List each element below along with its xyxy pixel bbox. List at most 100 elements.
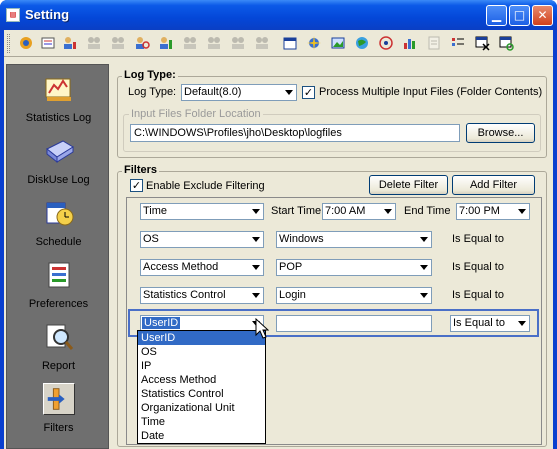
dropdown-option[interactable]: OS: [138, 345, 265, 359]
dropdown-option[interactable]: Access Method: [138, 373, 265, 387]
toolbar-grip[interactable]: [7, 34, 10, 53]
dropdown-option[interactable]: Statistics Control: [138, 387, 265, 401]
filters-title: Filters: [122, 164, 160, 176]
chevron-down-icon[interactable]: [416, 232, 431, 247]
mouse-cursor-icon: [255, 318, 269, 339]
nav-label: Preferences: [28, 298, 89, 310]
filter-value: Login: [279, 289, 306, 301]
nav-item-report[interactable]: Report: [7, 317, 110, 377]
enable-exclude-checkbox[interactable]: ✓: [130, 179, 143, 192]
filter-field-value: Access Method: [143, 261, 219, 273]
nav-label: Statistics Log: [25, 112, 92, 124]
dropdown-option[interactable]: Organizational Unit: [138, 401, 265, 415]
log-type-select[interactable]: Default(8.0): [181, 84, 297, 101]
start-time-select[interactable]: 7:00 AM: [322, 203, 396, 220]
filter-value-input[interactable]: [276, 315, 432, 332]
chevron-down-icon[interactable]: [514, 204, 529, 219]
network-icon[interactable]: [378, 35, 394, 51]
filter-field-select[interactable]: OS: [140, 231, 264, 248]
globe-icon[interactable]: [354, 35, 370, 51]
client-area: Statistics Log DiskUse Log Schedule Pref…: [4, 30, 553, 449]
chevron-down-icon[interactable]: [416, 260, 431, 275]
filter-field-select[interactable]: Time: [140, 203, 264, 220]
folder-path-value: C:\WINDOWS\Profiles\jho\Desktop\logfiles: [134, 127, 342, 139]
chevron-down-icon[interactable]: [416, 288, 431, 303]
chevron-down-icon[interactable]: [248, 260, 263, 275]
title-bar[interactable]: ▤ Setting ▁ □ ✕: [0, 0, 557, 30]
user-chart-icon[interactable]: [158, 35, 174, 51]
nav-item-preferences[interactable]: Preferences: [7, 255, 110, 315]
minimize-button[interactable]: ▁: [486, 5, 507, 26]
chevron-down-icon[interactable]: [248, 288, 263, 303]
add-filter-button[interactable]: Add Filter: [452, 175, 535, 195]
window-close-icon[interactable]: [474, 35, 490, 51]
dropdown-option[interactable]: IP: [138, 359, 265, 373]
users-icon[interactable]: [182, 35, 198, 51]
user-search-icon[interactable]: [134, 35, 150, 51]
filter-operator: Is Equal to: [452, 289, 504, 301]
statistics-log-icon: [45, 78, 71, 101]
nav-item-filters[interactable]: Filters: [7, 379, 110, 439]
process-multiple-label: Process Multiple Input Files (Folder Con…: [319, 86, 543, 98]
report-magnifier-icon: [46, 324, 74, 350]
nav-label: Report: [41, 360, 76, 372]
log-type-title: Log Type:: [122, 69, 178, 81]
filter-field-value: OS: [143, 233, 159, 245]
users-icon[interactable]: [230, 35, 246, 51]
filter-value-select[interactable]: Windows: [276, 231, 432, 248]
filter-operator-select[interactable]: Is Equal to: [450, 315, 530, 332]
chevron-down-icon[interactable]: [248, 232, 263, 247]
end-time-select[interactable]: 7:00 PM: [456, 203, 530, 220]
preferences-icon: [48, 262, 70, 288]
filter-field-select[interactable]: Statistics Control: [140, 287, 264, 304]
end-time-value: 7:00 PM: [459, 205, 500, 217]
users-icon[interactable]: [86, 35, 102, 51]
users-icon[interactable]: [110, 35, 126, 51]
filter-value-select[interactable]: Login: [276, 287, 432, 304]
filter-operator: Is Equal to: [452, 233, 504, 245]
dropdown-option[interactable]: Date: [138, 429, 265, 443]
filters-icon: [43, 383, 75, 415]
chevron-down-icon[interactable]: [514, 316, 529, 331]
users-icon[interactable]: [206, 35, 222, 51]
filter-value-select[interactable]: POP: [276, 259, 432, 276]
disk-icon: [46, 140, 74, 164]
nav-label: Filters: [43, 422, 74, 434]
dropdown-option[interactable]: Time: [138, 415, 265, 429]
nav-item-statistics-log[interactable]: Statistics Log: [7, 69, 110, 129]
settings-window: ▤ Setting ▁ □ ✕ Statistics Log DiskUse L…: [0, 0, 557, 449]
user-chart-icon[interactable]: [62, 35, 78, 51]
filter-field-select[interactable]: Access Method: [140, 259, 264, 276]
bar-chart-icon[interactable]: [402, 35, 418, 51]
field-dropdown-list: UserID OS IP Access Method Statistics Co…: [137, 330, 266, 444]
folder-path-field[interactable]: C:\WINDOWS\Profiles\jho\Desktop\logfiles: [130, 124, 460, 142]
start-time-label: Start Time: [271, 205, 322, 217]
delete-filter-button[interactable]: Delete Filter: [369, 175, 448, 195]
nav-item-schedule[interactable]: Schedule: [7, 193, 110, 253]
sidebar-nav: Statistics Log DiskUse Log Schedule Pref…: [6, 64, 109, 449]
chevron-down-icon[interactable]: [248, 204, 263, 219]
close-button[interactable]: ✕: [532, 5, 553, 26]
toolbar: [4, 30, 553, 57]
filter-operator: Is Equal to: [452, 261, 504, 273]
chevron-down-icon[interactable]: [281, 85, 296, 100]
calendar-icon[interactable]: [282, 35, 298, 51]
process-multiple-checkbox[interactable]: ✓: [302, 86, 315, 99]
maximize-button[interactable]: □: [509, 5, 530, 26]
chevron-down-icon[interactable]: [380, 204, 395, 219]
log-icon[interactable]: [40, 35, 56, 51]
image-icon[interactable]: [330, 35, 346, 51]
list-icon[interactable]: [450, 35, 466, 51]
window-refresh-icon[interactable]: [498, 35, 514, 51]
app-icon[interactable]: ▤: [6, 8, 20, 22]
calendar-clock-icon: [46, 202, 74, 226]
nav-label: Schedule: [35, 236, 82, 248]
gear-icon[interactable]: [18, 35, 34, 51]
spark-icon[interactable]: [306, 35, 322, 51]
dropdown-option[interactable]: UserID: [138, 331, 265, 345]
users-icon[interactable]: [254, 35, 270, 51]
maximize-icon: □: [513, 8, 526, 22]
nav-item-diskuse-log[interactable]: DiskUse Log: [7, 131, 110, 191]
document-icon[interactable]: [426, 35, 442, 51]
browse-button[interactable]: Browse...: [466, 123, 535, 143]
